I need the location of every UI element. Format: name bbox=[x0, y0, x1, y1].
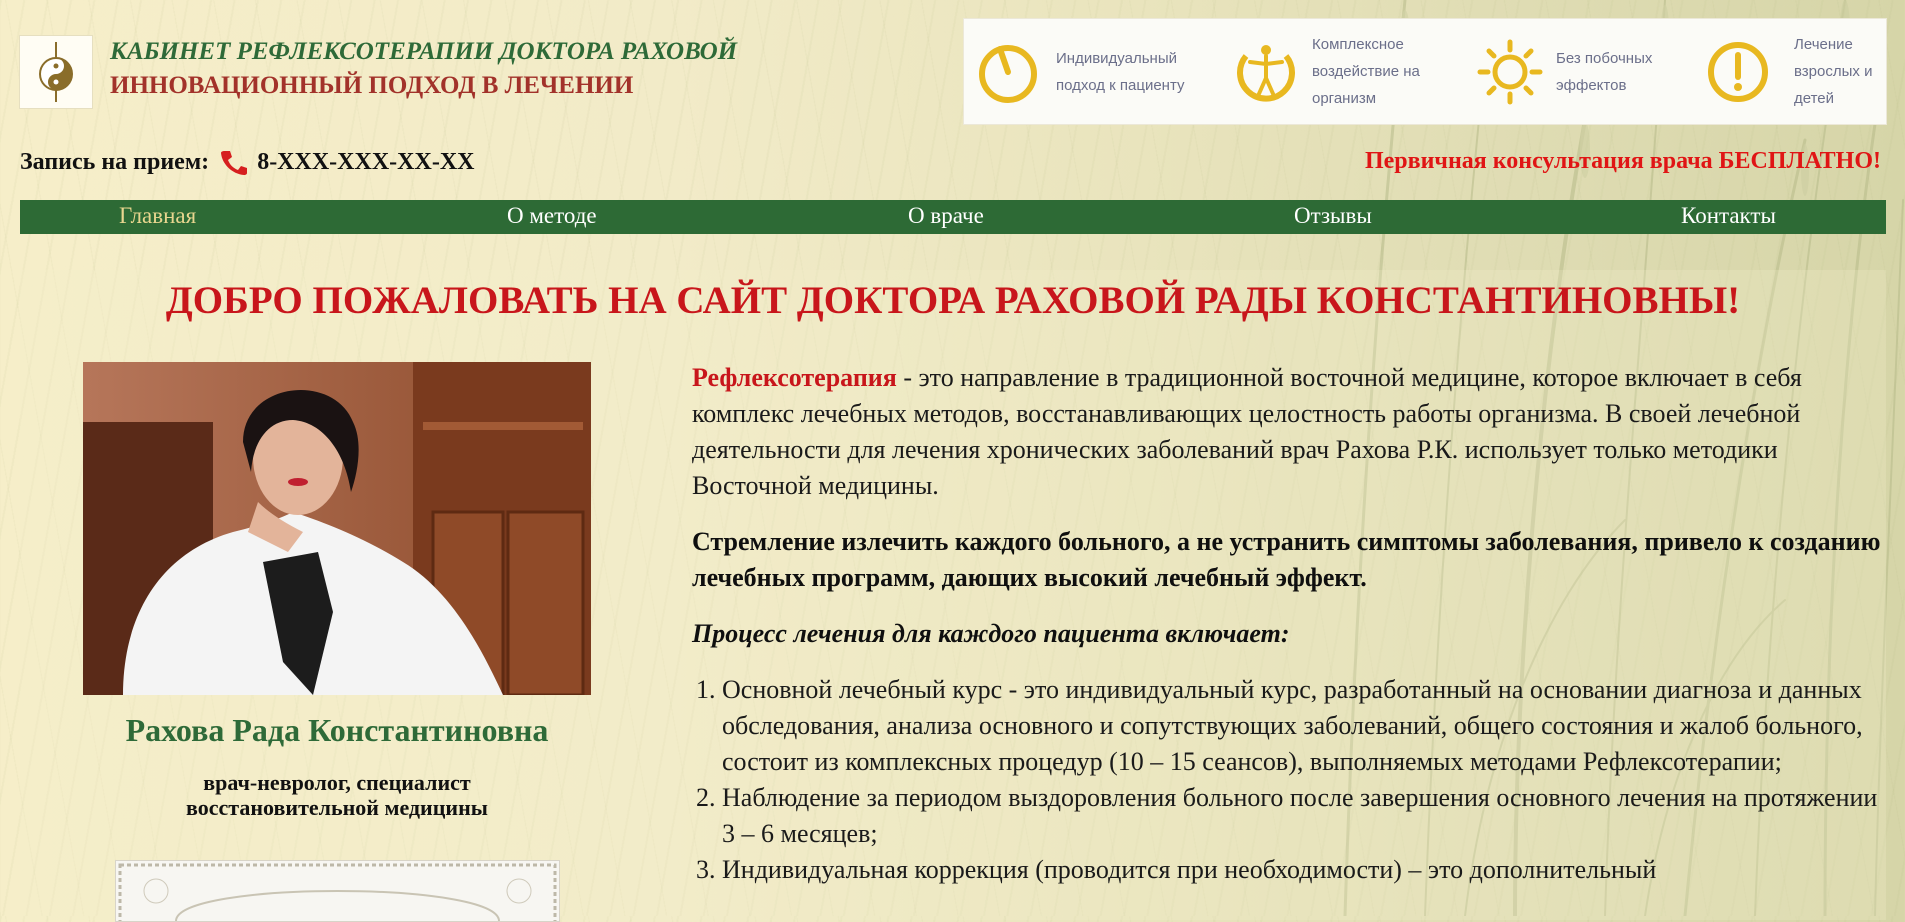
process-list: Основной лечебный курс - это индивидуаль… bbox=[692, 672, 1882, 888]
intro-paragraph: Рефлексотерапия - это направление в трад… bbox=[692, 360, 1882, 504]
process-heading: Процесс лечения для каждого пациента вкл… bbox=[692, 619, 1290, 648]
intro-text-block: Рефлексотерапия - это направление в трад… bbox=[692, 360, 1882, 888]
phone-number[interactable]: 8-XXX-XXX-XX-XX bbox=[257, 149, 474, 176]
feature-individual-line1: Индивидуальный bbox=[1056, 49, 1177, 67]
feature-all-ages-line1: Лечение bbox=[1794, 36, 1853, 53]
yin-yang-icon bbox=[39, 42, 73, 102]
doctor-specialty: врач-невролог, специалист восстановитель… bbox=[20, 770, 654, 820]
nav-item-reviews[interactable]: Отзывы bbox=[1294, 203, 1372, 229]
feature-complex: Комплексное воздействие на организм bbox=[1230, 19, 1420, 124]
doctor-specialty-line2: восстановительной медицины bbox=[186, 795, 488, 820]
features-banner: Индивидуальный подход к пациенту Комплек… bbox=[963, 18, 1887, 125]
feature-individual: Индивидуальный подход к пациенту bbox=[972, 19, 1184, 124]
free-consultation-banner: Первичная консультация врача БЕСПЛАТНО! bbox=[1364, 148, 1881, 174]
nav-item-home[interactable]: Главная bbox=[119, 203, 196, 229]
nav-item-method[interactable]: О методе bbox=[507, 203, 597, 229]
welcome-heading: ДОБРО ПОЖАЛОВАТЬ НА САЙТ ДОКТОРА РАХОВОЙ… bbox=[165, 279, 1741, 322]
phone-icon bbox=[219, 148, 249, 176]
feature-complex-line1: Комплексное bbox=[1312, 36, 1404, 53]
feature-complex-line2: воздействие на bbox=[1312, 63, 1420, 80]
booking-info: Запись на прием: 8-XXX-XXX-XX-XX bbox=[20, 148, 474, 176]
feature-no-side-effects: Без побочных эффектов bbox=[1474, 19, 1652, 124]
process-list-item: Основной лечебный курс - это индивидуаль… bbox=[722, 672, 1882, 780]
process-list-item: Наблюдение за периодом выздоровления бол… bbox=[722, 780, 1882, 852]
feature-all-ages: Лечение взрослых и детей bbox=[1702, 19, 1872, 124]
nav-item-doctor[interactable]: О враче bbox=[908, 203, 984, 229]
exclamation-icon bbox=[1708, 41, 1768, 102]
feature-all-ages-line2: взрослых и bbox=[1794, 63, 1873, 80]
human-figure-icon bbox=[1237, 44, 1295, 102]
booking-label: Запись на прием: bbox=[20, 148, 210, 175]
site-subtitle: ИННОВАЦИОННЫЙ ПОДХОД В ЛЕЧЕНИИ bbox=[110, 72, 634, 99]
site-logo[interactable] bbox=[19, 35, 93, 109]
process-list-item: Индивидуальная коррекция (проводится при… bbox=[722, 852, 1882, 888]
feature-all-ages-line3: детей bbox=[1794, 90, 1835, 107]
feature-individual-line2: подход к пациенту bbox=[1056, 76, 1185, 94]
main-nav: Главная О методе О враче Отзывы Контакты bbox=[20, 200, 1886, 234]
certificate-image bbox=[115, 860, 560, 922]
clock-icon bbox=[979, 44, 1037, 103]
bold-statement: Стремление излечить каждого больного, а … bbox=[692, 527, 1881, 592]
doctor-name: Рахова Рада Константиновна bbox=[125, 712, 549, 748]
sun-icon bbox=[1477, 39, 1543, 104]
feature-no-side-effects-line1: Без побочных bbox=[1556, 49, 1653, 67]
nav-item-contacts[interactable]: Контакты bbox=[1681, 203, 1776, 229]
feature-no-side-effects-line2: эффектов bbox=[1556, 76, 1627, 94]
reflexotherapy-term: Рефлексотерапия bbox=[692, 363, 897, 392]
doctor-specialty-line1: врач-невролог, специалист bbox=[203, 770, 471, 795]
feature-complex-line3: организм bbox=[1312, 90, 1377, 107]
doctor-photo bbox=[83, 362, 591, 695]
site-title: КАБИНЕТ РЕФЛЕКСОТЕРАПИИ ДОКТОРА РАХОВОЙ bbox=[110, 38, 738, 65]
